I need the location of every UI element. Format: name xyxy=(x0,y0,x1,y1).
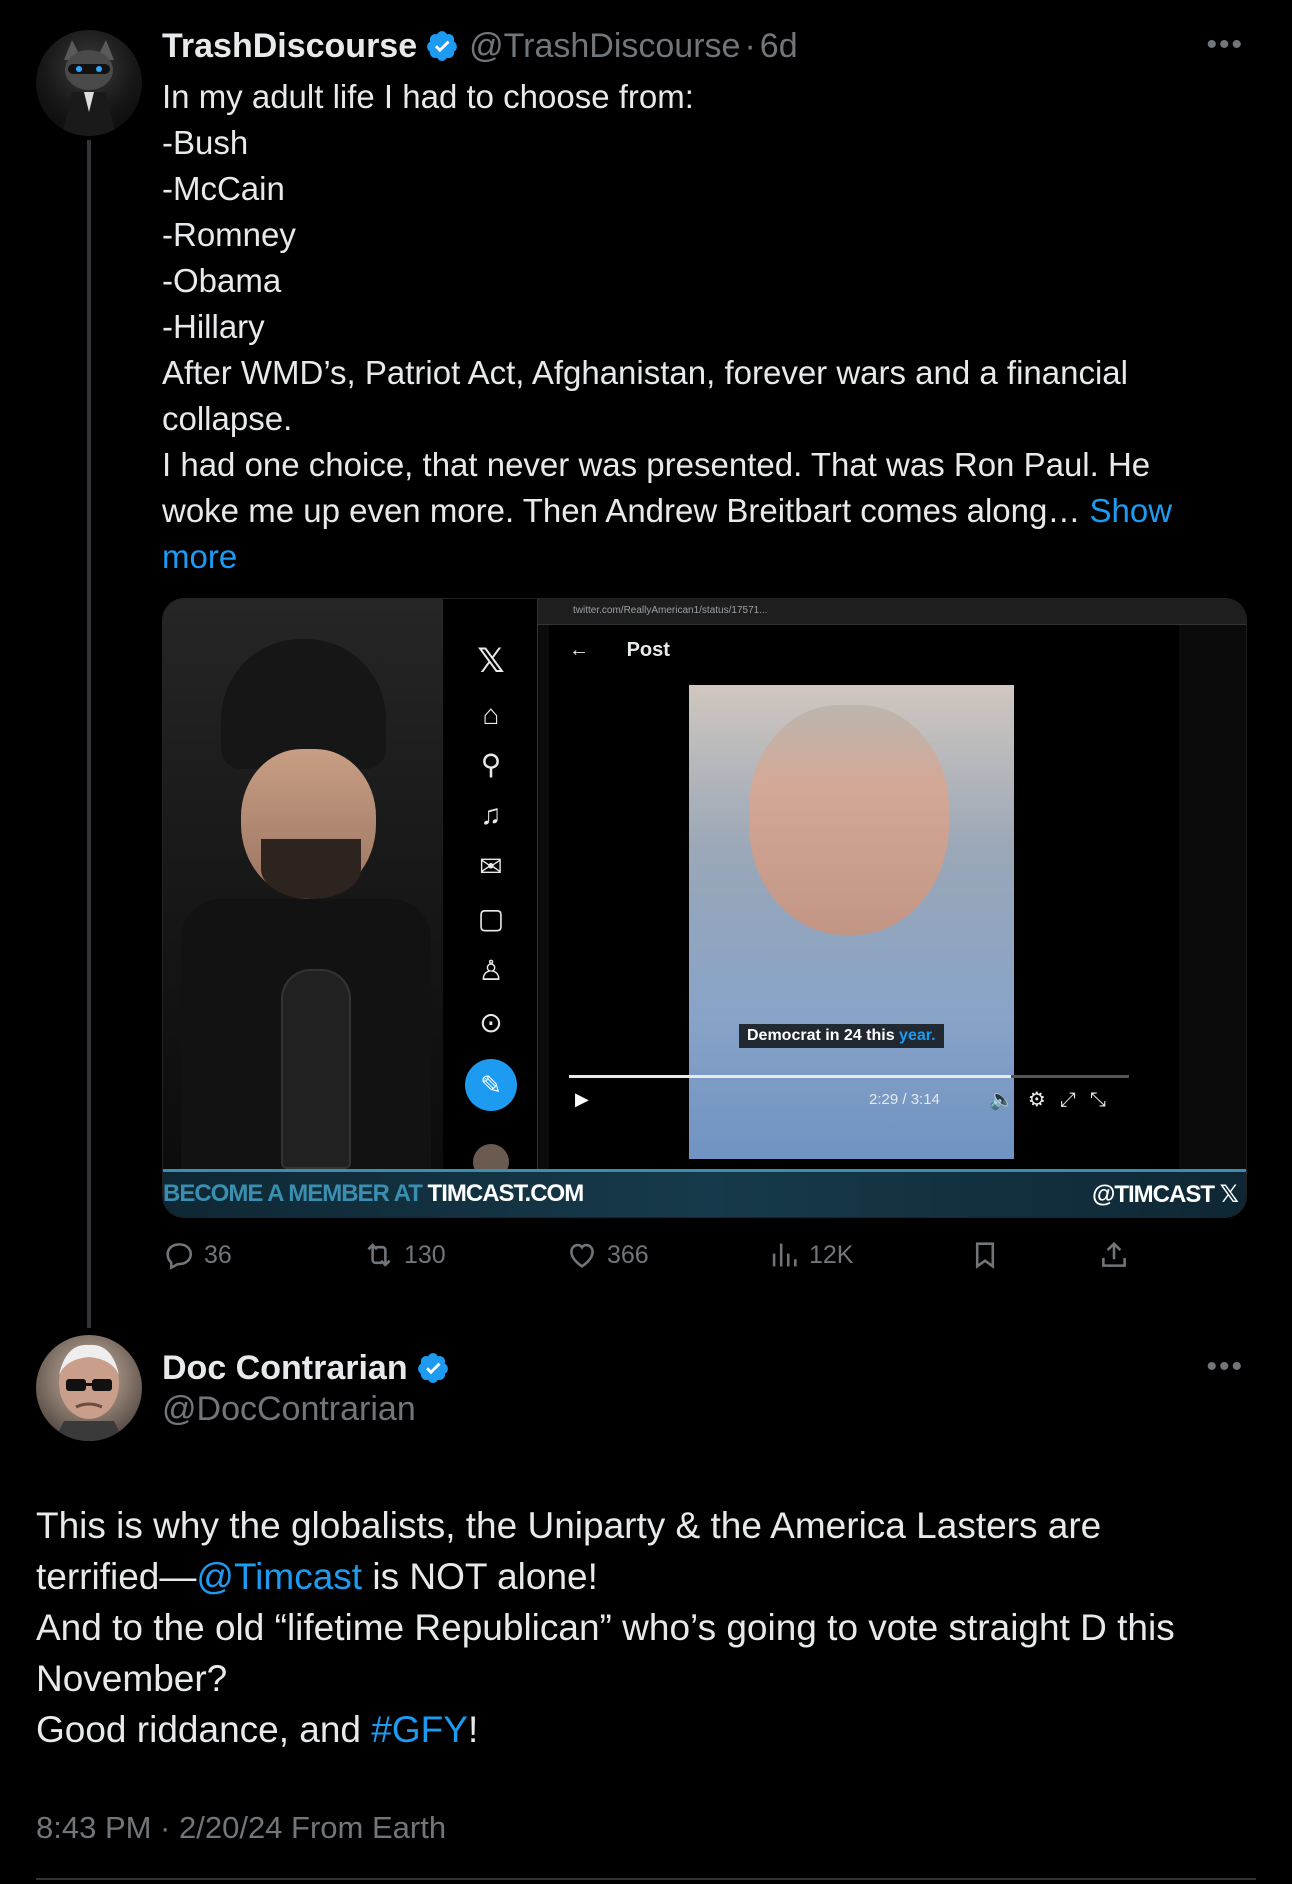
video-control-icons: 🔈⚙⤢⤡ xyxy=(989,1089,1120,1111)
tweet-line: -Romney xyxy=(162,216,296,253)
reply-button[interactable]: 36 xyxy=(162,1238,232,1272)
tweet-line: November? xyxy=(36,1658,228,1699)
more-options-icon[interactable]: ••• xyxy=(1206,28,1244,62)
tweet-line: collapse. xyxy=(162,400,293,437)
like-button[interactable]: 366 xyxy=(565,1238,649,1272)
video-caption: Democrat in 24 this year. xyxy=(739,1024,944,1048)
reply-count: 36 xyxy=(204,1240,232,1269)
tweet-age[interactable]: 6d xyxy=(760,27,798,66)
views-button[interactable]: 12K xyxy=(767,1238,853,1272)
streamer-beard xyxy=(261,839,361,899)
tweet-line: -Hillary xyxy=(162,308,265,345)
tweet-line-text: Good riddance, and xyxy=(36,1709,372,1750)
video-progress-fill xyxy=(569,1075,1012,1078)
video-caption-text: Democrat in 24 this xyxy=(747,1027,900,1044)
analytics-icon xyxy=(772,1243,797,1267)
man-in-video xyxy=(749,705,949,935)
repost-button[interactable]: 130 xyxy=(362,1238,446,1272)
tweet-author-row: Doc Contrarian xyxy=(162,1344,450,1392)
tweet-line: woke me up even more. Then Andrew Breitb… xyxy=(162,492,1081,529)
doc-avatar-icon xyxy=(54,1344,124,1441)
show-more-link[interactable]: Show xyxy=(1090,492,1173,529)
embedded-x-sidebar: 𝕏 ⌂ ⚲ ♫ ✉ ▢ ♙ ⊙ ✎ xyxy=(443,599,538,1180)
tweet-line-text: ! xyxy=(467,1709,479,1750)
tweet-line-text: is NOT alone! xyxy=(362,1556,598,1597)
tweet-line: In my adult life I had to choose from: xyxy=(162,78,694,115)
repost-count: 130 xyxy=(404,1240,446,1269)
share-icon xyxy=(1102,1241,1126,1267)
bookmark-icon xyxy=(975,1242,995,1269)
verified-badge-icon xyxy=(427,31,457,61)
banner-promo: BECOME A MEMBER AT TIMCAST.COM xyxy=(163,1180,585,1208)
tweet-line-text: terrified— xyxy=(36,1556,197,1597)
microphone xyxy=(281,969,351,1169)
search-icon: ⚲ xyxy=(480,749,502,780)
reply-icon xyxy=(166,1243,193,1270)
share-button[interactable] xyxy=(1097,1238,1139,1272)
home-icon: ⌂ xyxy=(482,699,500,730)
streamer-video-panel xyxy=(163,599,443,1169)
timcast-banner: BECOME A MEMBER AT TIMCAST.COM @TIMCAST … xyxy=(163,1169,1246,1217)
author-handle[interactable]: @TrashDiscourse xyxy=(469,27,740,66)
tweet-video-media[interactable]: twitter.com/ReallyAmerican1/status/17571… xyxy=(162,598,1247,1218)
embedded-post-header: ← Post xyxy=(569,639,670,662)
tweet-timestamp[interactable]: 8:43 PM · 2/20/24 From Earth xyxy=(36,1810,446,1846)
show-more-link-continued[interactable]: more xyxy=(162,534,1242,580)
raccoon-avatar-icon xyxy=(62,40,116,136)
tweet-line: I had one choice, that never was present… xyxy=(162,446,1151,483)
post-header-title: Post xyxy=(626,639,670,661)
embedded-post-view: ← Post Democrat in 24 this year. ▶ 2:29 … xyxy=(549,625,1179,1169)
post-feather-icon: ✎ xyxy=(465,1059,517,1111)
divider xyxy=(36,1878,1256,1880)
video-progress-bar xyxy=(569,1075,1129,1078)
tweet-line: -McCain xyxy=(162,170,285,207)
video-caption-highlight: year. xyxy=(899,1027,936,1044)
embedded-browser-bar: twitter.com/ReallyAmerican1/status/17571… xyxy=(443,599,1246,625)
more-circle-icon: ⊙ xyxy=(479,1007,503,1038)
author-display-name[interactable]: TrashDiscourse xyxy=(162,27,417,66)
profile-icon: ♙ xyxy=(478,955,504,986)
tweet-line: -Bush xyxy=(162,124,249,161)
video-controls: ▶ 2:29 / 3:14 🔈⚙⤢⤡ xyxy=(559,1075,1159,1115)
tweet-line-with-show-more: woke me up even more. Then Andrew Breitb… xyxy=(162,488,1242,534)
main-tweet-body: This is why the globalists, the Uniparty… xyxy=(36,1500,1256,1755)
like-count: 366 xyxy=(607,1240,649,1269)
banner-handle: @TIMCAST 𝕏 xyxy=(1091,1181,1239,1208)
tweet-line: -Obama xyxy=(162,262,282,299)
messages-icon: ✉ xyxy=(479,851,503,882)
thread-connector-line xyxy=(87,140,91,1328)
tweet-author-row: TrashDiscourse @TrashDiscourse · 6d xyxy=(162,22,798,70)
x-logo-icon: 𝕏 xyxy=(477,642,505,680)
banner-promo-prefix: BECOME A MEMBER AT xyxy=(163,1180,428,1207)
view-count: 12K xyxy=(809,1240,854,1269)
tweet-line: After WMD’s, Patriot Act, Afghanistan, f… xyxy=(162,354,1128,391)
browser-url: twitter.com/ReallyAmerican1/status/17571… xyxy=(573,605,768,616)
tweet-line: terrified—@Timcast is NOT alone! xyxy=(36,1551,1256,1602)
author-display-name[interactable]: Doc Contrarian xyxy=(162,1349,408,1388)
separator-dot: · xyxy=(744,26,756,65)
tweet-line: And to the old “lifetime Republican” who… xyxy=(36,1607,1175,1648)
notifications-icon: ♫ xyxy=(480,799,502,830)
heart-icon xyxy=(570,1243,594,1268)
more-options-icon[interactable]: ••• xyxy=(1206,1350,1244,1384)
mention-link-timcast[interactable]: @Timcast xyxy=(196,1556,362,1597)
tweet-body: In my adult life I had to choose from: -… xyxy=(162,74,1242,580)
tweet-line: This is why the globalists, the Uniparty… xyxy=(36,1505,1102,1546)
bookmark-button[interactable] xyxy=(968,1238,1010,1272)
hashtag-link-gfy[interactable]: #GFY xyxy=(371,1709,468,1750)
repost-icon xyxy=(367,1243,391,1267)
back-arrow-icon: ← xyxy=(569,639,589,661)
verified-badge-icon xyxy=(417,1353,448,1383)
avatar-trashdiscourse[interactable] xyxy=(36,30,142,136)
tweet-actions-bar: 36 130 366 12K xyxy=(162,1238,1152,1278)
compose-icon: ▢ xyxy=(477,903,505,934)
banner-promo-site: TIMCAST.COM xyxy=(427,1180,585,1207)
video-time: 2:29 / 3:14 xyxy=(869,1091,940,1108)
tweet-line: Good riddance, and #GFY! xyxy=(36,1704,1256,1755)
play-icon: ▶ xyxy=(575,1089,589,1109)
author-handle[interactable]: @DocContrarian xyxy=(162,1390,416,1429)
avatar-doccontrarian[interactable] xyxy=(36,1335,142,1441)
